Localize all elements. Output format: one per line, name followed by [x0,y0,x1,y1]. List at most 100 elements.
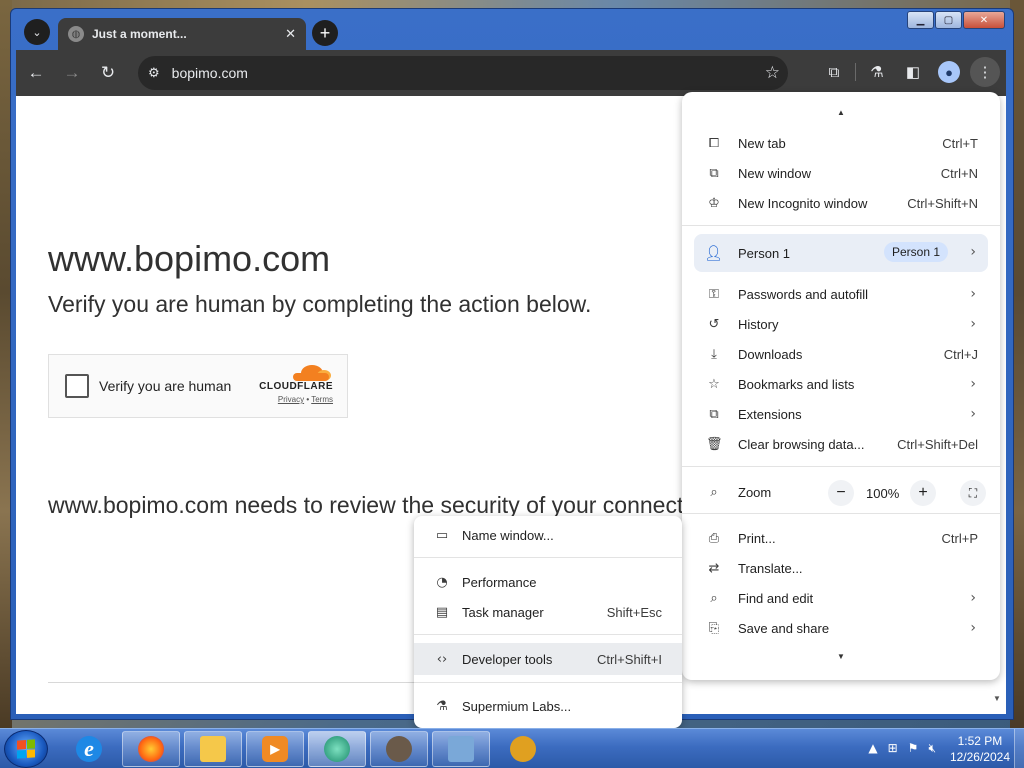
clock-time: 1:52 PM [957,734,1003,748]
zoom-icon: ⌕ [710,485,718,500]
zoom-value: 100% [866,486,900,501]
taskbar-app-6[interactable] [432,731,490,767]
volume-muted-icon[interactable]: 🔇︎ [928,741,936,756]
tab-search-button[interactable]: ⌄ [24,19,50,45]
menu-separator [682,225,1000,226]
tab-title: Just a moment... [92,27,187,41]
zoom-out-button[interactable]: − [828,480,854,506]
terms-link[interactable]: Terms [311,395,333,404]
page-title: www.bopimo.com [48,238,331,279]
submenu-item-task-manager[interactable]: ▤ Task manager Shift+Esc [414,597,682,627]
menu-item-shortcut: Ctrl+P [941,530,978,546]
address-bar[interactable]: ⚙ bopimo.com ☆ [138,56,788,90]
submenu-item-supermium-labs[interactable]: ⚗ Supermium Labs... [414,691,682,721]
captcha-label: Verify you are human [99,378,232,394]
labs-flask-icon[interactable]: ⚗ [862,57,892,87]
menu-item-label: New Incognito window [738,195,868,211]
windows-logo-icon [17,739,35,759]
taskbar-media-player[interactable]: ▶ [246,731,304,767]
chevron-right-icon: › [970,406,976,422]
submenu-item-performance[interactable]: ◔ Performance [414,567,682,597]
network-icon[interactable]: ⊞ [888,741,898,756]
extensions-icon[interactable]: ⧉ [819,57,849,87]
reload-button[interactable]: ↻ [92,57,124,89]
menu-scroll-up-icon[interactable]: ▲ [682,108,1000,117]
menu-item-find-edit[interactable]: ⌕ Find and edit › [682,583,1000,613]
menu-item-extensions[interactable]: ⧉ Extensions › [682,399,1000,429]
control-panel-icon [448,736,474,762]
submenu-item-shortcut: Shift+Esc [606,604,662,620]
gauge-icon: ◔ [436,574,448,590]
menu-item-shortcut: Ctrl+J [943,346,978,362]
menu-item-label: Clear browsing data... [738,436,865,452]
profile-button[interactable]: ● [934,57,964,87]
toolbar-right: ⧉ ⚗ ◧ ● ⋮ [819,57,1000,87]
taskbar-firefox[interactable] [122,731,180,767]
captcha-checkbox[interactable] [65,374,89,398]
taskbar-app-5[interactable] [370,731,428,767]
menu-item-shortcut: Ctrl+Shift+N [907,195,978,211]
internet-explorer-icon: e [76,736,102,762]
bookmark-star-icon[interactable]: ☆ [765,63,780,83]
menu-separator [682,513,1000,514]
start-button[interactable] [4,730,48,768]
menu-item-print[interactable]: ⎙ Print... Ctrl+P [682,523,1000,553]
menu-item-new-window[interactable]: ⧉ New window Ctrl+N [682,158,1000,188]
page-scroll-down-icon[interactable]: ▼ [993,694,1001,703]
chevron-right-icon: › [970,590,976,606]
menu-item-downloads[interactable]: ⤓ Downloads Ctrl+J [682,339,1000,369]
menu-item-translate[interactable]: ⇄ Translate... [682,553,1000,583]
site-info-icon[interactable]: ⚙ [148,65,160,81]
puzzle-icon: ⧉ [709,406,719,422]
submenu-item-developer-tools[interactable]: ‹› Developer tools Ctrl+Shift+I [414,643,682,675]
menu-scroll-down-icon[interactable]: ▼ [682,652,1000,661]
chevron-right-icon: › [970,376,976,392]
show-desktop-button[interactable] [1014,729,1024,768]
media-player-icon: ▶ [262,736,288,762]
menu-item-bookmarks[interactable]: ☆ Bookmarks and lists › [682,369,1000,399]
back-button[interactable]: ← [20,57,52,89]
menu-item-save-share[interactable]: ⎘ Save and share › [682,613,1000,643]
new-tab-icon: ⧠ [708,135,720,151]
zoom-in-button[interactable]: + [910,480,936,506]
fullscreen-icon[interactable]: ⛶ [960,480,986,506]
submenu-item-name-window[interactable]: ▭ Name window... [414,520,682,550]
menu-item-person[interactable]: 👤︎ Person 1 Person 1 › [694,234,988,272]
tab-close-icon[interactable]: ✕ [285,26,296,42]
chevron-right-icon: › [970,244,976,260]
new-tab-button[interactable]: + [312,20,338,46]
menu-item-label: Bookmarks and lists [738,376,855,392]
star-icon: ☆ [708,376,720,392]
cloudflare-wordmark: CLOUDFLARE [259,381,333,392]
menu-kebab-icon[interactable]: ⋮ [970,57,1000,87]
address-url[interactable]: bopimo.com [172,65,248,81]
tray-expand-icon[interactable]: ▲ [868,741,877,756]
task-manager-icon: ▤ [435,604,449,620]
side-panel-icon[interactable]: ◧ [898,57,928,87]
more-tools-submenu: ▭ Name window... ◔ Performance ▤ Task ma… [414,516,682,728]
taskbar-explorer[interactable] [184,731,242,767]
taskbar-app-7[interactable] [494,731,552,767]
chevron-right-icon: › [970,286,976,302]
menu-item-clear-data[interactable]: 🗑︎ Clear browsing data... Ctrl+Shift+Del [682,429,1000,459]
menu-item-new-tab[interactable]: ⧠ New tab Ctrl+T [682,128,1000,158]
incognito-icon: ♔ [708,195,720,211]
menu-item-passwords[interactable]: ⚿ Passwords and autofill › [682,279,1000,309]
menu-item-incognito[interactable]: ♔ New Incognito window Ctrl+Shift+N [682,188,1000,218]
taskbar-clock[interactable]: 1:52 PM 12/26/2024 [950,733,1010,765]
taskbar-browser[interactable] [308,731,366,767]
zoom-label: Zoom [738,485,772,500]
mascot-app-icon [510,736,536,762]
menu-item-history[interactable]: ↺ History › [682,309,1000,339]
flask-icon: ⚗ [436,698,448,714]
submenu-item-shortcut: Ctrl+Shift+I [596,651,662,667]
tab-active[interactable]: ◍ Just a moment... ✕ [58,18,306,50]
person-label: Person 1 [738,246,791,261]
app-icon [386,736,412,762]
chevron-right-icon: › [970,316,976,332]
flag-icon[interactable]: ⚑ [908,741,919,756]
windows-taskbar: e ▶ ▲ ⊞ ⚑ 🔇︎ 1:52 PM 12/26/2024 [0,728,1024,768]
privacy-link[interactable]: Privacy [278,395,304,404]
forward-button[interactable]: → [56,57,88,89]
taskbar-internet-explorer[interactable]: e [60,731,118,767]
